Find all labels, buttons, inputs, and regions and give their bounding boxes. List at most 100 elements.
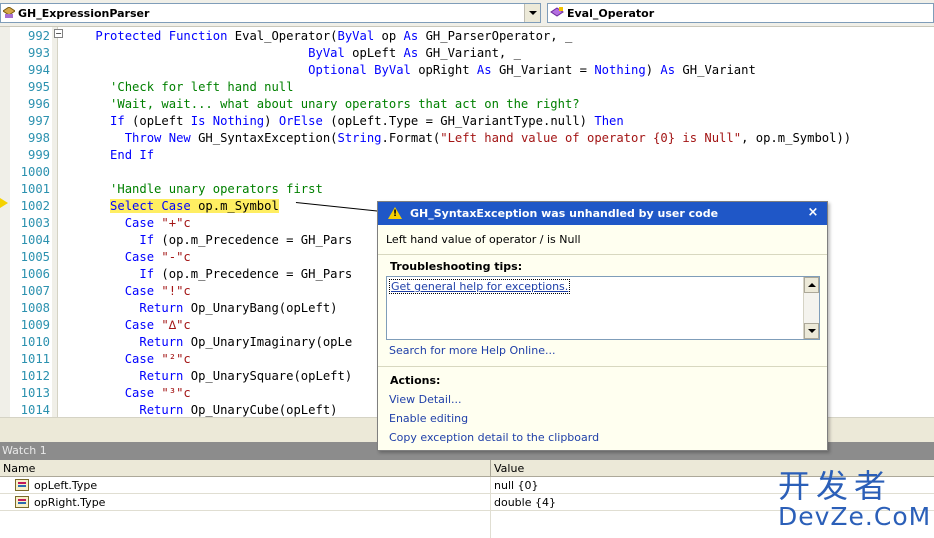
enable-editing-link[interactable]: Enable editing xyxy=(389,412,468,425)
code-text: Return Op_UnaryBang(opLeft) xyxy=(66,300,338,317)
code-line[interactable]: 995 'Check for left hand null xyxy=(0,79,934,96)
line-number: 1001 xyxy=(20,182,50,196)
code-token: Then xyxy=(594,114,624,128)
code-token: Op_UnaryBang(opLeft) xyxy=(183,301,338,315)
code-token: As xyxy=(476,63,492,77)
line-number: 1000 xyxy=(20,165,50,179)
code-token: ByVal xyxy=(337,29,375,43)
property-icon xyxy=(15,496,29,508)
code-token: op.m_Symbol xyxy=(190,199,279,213)
code-text: 'Wait, wait... what about unary operator… xyxy=(66,96,580,113)
code-text: 'Check for left hand null xyxy=(66,79,293,96)
code-token: "∆"c xyxy=(161,318,191,332)
chevron-down-icon[interactable] xyxy=(524,4,540,22)
line-number: 1005 xyxy=(20,250,50,264)
code-line[interactable]: 994 Optional ByVal opRight As GH_Variant… xyxy=(0,62,934,79)
copy-exception-detail-link[interactable]: Copy exception detail to the clipboard xyxy=(389,431,599,444)
code-token: Protected Function xyxy=(95,29,228,43)
code-token: Throw New xyxy=(124,131,191,145)
line-number: 994 xyxy=(27,63,50,77)
code-token: Op_UnaryImaginary(opLe xyxy=(183,335,353,349)
scroll-up-icon[interactable] xyxy=(804,277,819,293)
line-number: 1006 xyxy=(20,267,50,281)
code-token: Select Case xyxy=(110,199,191,213)
code-text: Case "-"c xyxy=(66,249,191,266)
code-token: 'Handle unary operators first xyxy=(110,182,323,196)
code-text: Optional ByVal opRight As GH_Variant = N… xyxy=(66,62,756,79)
line-number: 995 xyxy=(27,80,50,94)
code-line[interactable]: 1000 xyxy=(0,164,934,181)
view-detail-link[interactable]: View Detail... xyxy=(389,393,462,406)
column-divider xyxy=(490,477,491,538)
class-dropdown[interactable]: GH_ExpressionParser xyxy=(0,3,541,23)
divider xyxy=(378,366,827,367)
code-token: End If xyxy=(110,148,155,162)
code-token: (op.m_Precedence = GH_Pars xyxy=(154,267,353,281)
watch-value: null {0} xyxy=(494,479,539,492)
code-token: String xyxy=(337,131,382,145)
member-dropdown[interactable]: Eval_Operator xyxy=(547,3,934,23)
class-dropdown-value: GH_ExpressionParser xyxy=(18,6,150,20)
line-number: 1002 xyxy=(20,199,50,213)
code-line[interactable]: 998 Throw New GH_SyntaxException(String.… xyxy=(0,130,934,147)
line-number: 1012 xyxy=(20,369,50,383)
code-line[interactable]: 1001 'Handle unary operators first xyxy=(0,181,934,198)
code-token: "³"c xyxy=(161,386,191,400)
code-token: Op_UnaryCube(opLeft) xyxy=(183,403,338,417)
code-token: If xyxy=(139,267,155,281)
code-token: (op.m_Precedence = GH_Pars xyxy=(154,233,353,247)
code-token: opLeft xyxy=(344,46,404,60)
code-line[interactable]: 992 Protected Function Eval_Operator(ByV… xyxy=(0,28,934,45)
code-token: "!"c xyxy=(161,284,191,298)
code-token: "-"c xyxy=(161,250,191,264)
member-dropdown-value: Eval_Operator xyxy=(567,6,655,20)
code-token: GH_Variant = xyxy=(491,63,595,77)
scroll-down-icon[interactable] xyxy=(804,323,819,339)
code-text: Return Op_UnaryImaginary(opLe xyxy=(66,334,352,351)
code-token: Op_UnarySquare(opLeft) xyxy=(183,369,353,383)
watch-name: opLeft.Type xyxy=(34,479,98,492)
code-token: ) xyxy=(264,114,279,128)
line-number: 996 xyxy=(27,97,50,111)
code-text: Case "²"c xyxy=(66,351,191,368)
general-help-link[interactable]: Get general help for exceptions. xyxy=(389,279,571,294)
code-token: Case xyxy=(124,216,155,230)
code-text: If (op.m_Precedence = GH_Pars xyxy=(66,232,352,249)
line-number: 999 xyxy=(27,148,50,162)
code-text: Select Case op.m_Symbol xyxy=(66,198,279,215)
code-token: Return xyxy=(139,335,184,349)
code-text: ByVal opLeft As GH_Variant, _ xyxy=(66,45,521,62)
code-token: Case xyxy=(124,386,155,400)
code-token: Case xyxy=(124,284,155,298)
search-help-online-link[interactable]: Search for more Help Online... xyxy=(389,344,555,357)
code-line[interactable]: 993 ByVal opLeft As GH_Variant, _ xyxy=(0,45,934,62)
code-text: Throw New GH_SyntaxException(String.Form… xyxy=(66,130,851,147)
code-token: GH_ParserOperator, _ xyxy=(418,29,573,43)
line-number: 992 xyxy=(27,29,50,43)
line-number: 1003 xyxy=(20,216,50,230)
code-token: 'Wait, wait... what about unary operator… xyxy=(110,97,580,111)
close-icon[interactable]: × xyxy=(805,205,821,221)
line-number: 997 xyxy=(27,114,50,128)
code-line[interactable]: 999 End If xyxy=(0,147,934,164)
tips-list[interactable]: Get general help for exceptions. xyxy=(386,276,820,340)
exception-message: Left hand value of operator / is Null xyxy=(386,233,581,246)
code-navigation-bar: GH_ExpressionParser Eval_Operator xyxy=(0,0,934,27)
tips-scrollbar[interactable] xyxy=(803,277,819,339)
code-line[interactable]: 997 If (opLeft Is Nothing) OrElse (opLef… xyxy=(0,113,934,130)
tips-heading: Troubleshooting tips: xyxy=(390,260,523,273)
code-line[interactable]: 996 'Wait, wait... what about unary oper… xyxy=(0,96,934,113)
column-header-name[interactable]: Name xyxy=(0,460,491,477)
